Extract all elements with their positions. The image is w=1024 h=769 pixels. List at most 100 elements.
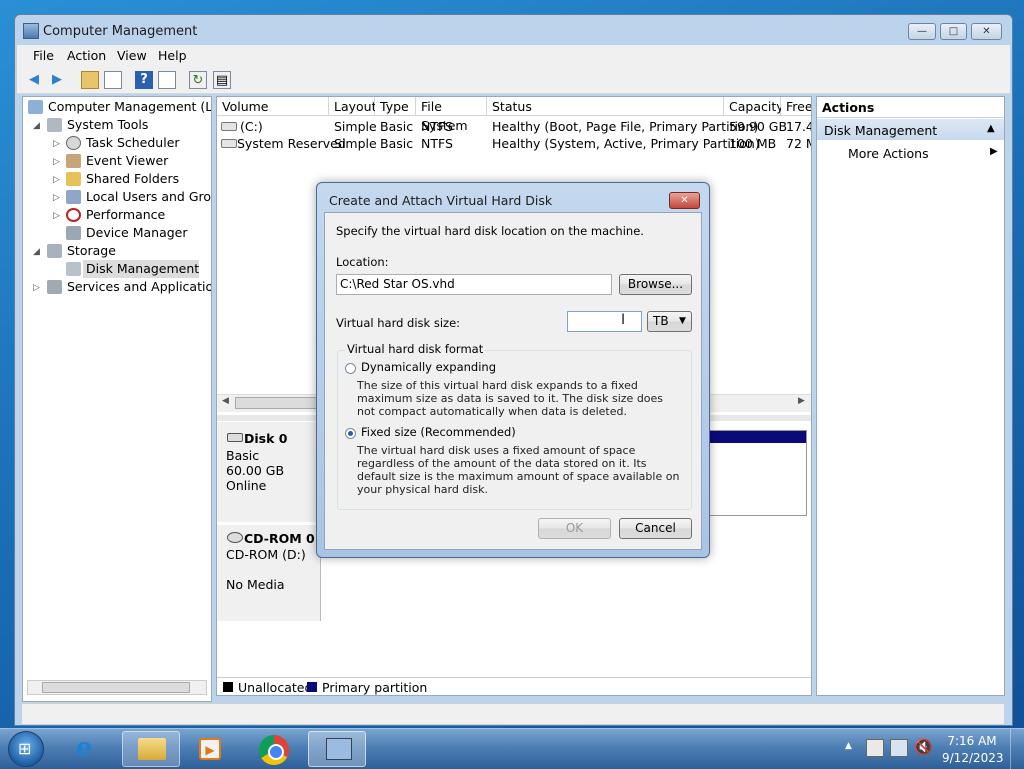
column-free[interactable]: Free: [781, 97, 811, 116]
forward-icon[interactable]: ▶: [48, 71, 66, 89]
dynamic-description: The size of this virtual hard disk expan…: [357, 379, 664, 418]
up-folder-icon[interactable]: [81, 71, 99, 89]
taskbar-chrome[interactable]: [244, 731, 302, 767]
tree-item-task-scheduler[interactable]: Task Scheduler: [86, 134, 180, 152]
column-capacity[interactable]: Capacity: [724, 97, 784, 116]
unit-select[interactable]: TB ▼: [647, 311, 692, 332]
cdrom-media: No Media: [226, 577, 285, 592]
show-hide-tree-icon[interactable]: [104, 71, 122, 89]
browse-button[interactable]: Browse...: [619, 274, 692, 295]
scroll-right-icon[interactable]: ▶: [798, 396, 805, 406]
size-input[interactable]: [567, 311, 642, 332]
location-input[interactable]: C:\Red Star OS.vhd: [336, 274, 612, 295]
network-icon[interactable]: [890, 739, 908, 757]
tree-item-event-viewer[interactable]: Event Viewer: [86, 152, 168, 170]
expand-arrow-icon[interactable]: ▷: [53, 211, 60, 221]
legend-primary-partition: Primary partition: [322, 680, 428, 695]
menu-file[interactable]: File: [33, 48, 54, 63]
taskbar: ⊞ e ▶ ▲ 🔇 7:16 AM 9/12/2023: [0, 728, 1024, 769]
menu-view[interactable]: View: [117, 48, 147, 63]
menu-help[interactable]: Help: [158, 48, 187, 63]
column-type[interactable]: Type: [375, 97, 416, 116]
clock-icon: [66, 136, 81, 150]
cell-layout: Simple: [334, 119, 377, 134]
text-cursor-icon: I: [621, 312, 626, 328]
dialog-intro: Specify the virtual hard disk location o…: [336, 224, 644, 238]
show-hidden-icons[interactable]: ▲: [845, 741, 852, 751]
drive-icon: [221, 122, 237, 131]
collapse-arrow-icon[interactable]: ◢: [33, 121, 40, 131]
unallocated-swatch: [223, 682, 233, 692]
tree-item-root[interactable]: Computer Management (Local: [48, 98, 211, 116]
show-hide-action-pane-icon[interactable]: [158, 71, 176, 89]
actions-section-disk-management[interactable]: Disk Management ▲: [817, 119, 1004, 140]
clock-time[interactable]: 7:16 AM: [944, 734, 1000, 748]
cell-type: Basic: [380, 119, 414, 134]
expand-arrow-icon[interactable]: ▷: [33, 283, 40, 293]
properties-icon[interactable]: ▤: [213, 71, 231, 89]
column-volume[interactable]: Volume: [217, 97, 329, 116]
actions-header: Actions: [817, 97, 1004, 118]
submenu-arrow-icon: ▶: [990, 146, 998, 157]
dynamic-label[interactable]: Dynamically expanding: [361, 360, 496, 374]
refresh-icon[interactable]: ↻: [189, 71, 207, 89]
tree-horizontal-scrollbar[interactable]: [27, 680, 207, 695]
expand-arrow-icon[interactable]: ▷: [53, 193, 60, 203]
expand-arrow-icon[interactable]: ▷: [53, 175, 60, 185]
title-bar[interactable]: Computer Management — □ ✕: [15, 15, 1012, 47]
column-file-system[interactable]: File System: [416, 97, 487, 133]
ok-button[interactable]: OK: [538, 518, 611, 539]
taskbar-ie[interactable]: e: [60, 731, 118, 767]
tree-item-disk-management[interactable]: Disk Management: [86, 260, 199, 278]
fixed-radio[interactable]: [345, 428, 356, 439]
taskbar-media-player[interactable]: ▶: [182, 731, 240, 767]
start-button[interactable]: ⊞: [8, 731, 44, 767]
show-desktop-button[interactable]: [1010, 729, 1024, 769]
expand-arrow-icon[interactable]: ▷: [53, 157, 60, 167]
collapse-arrow-icon[interactable]: ◢: [33, 247, 40, 257]
windows-logo-icon: ⊞: [18, 739, 32, 758]
size-label: Virtual hard disk size:: [336, 316, 461, 330]
actions-pane: Actions Disk Management ▲ More Actions ▶: [816, 96, 1005, 696]
help-icon[interactable]: ?: [135, 71, 153, 89]
fixed-label[interactable]: Fixed size (Recommended): [361, 425, 516, 439]
cell-volume: (C:): [240, 119, 263, 134]
tree-item-performance[interactable]: Performance: [86, 206, 165, 224]
partition-block[interactable]: [709, 430, 807, 516]
tree-item-shared-folders[interactable]: Shared Folders: [86, 170, 179, 188]
cancel-button[interactable]: Cancel: [619, 518, 692, 539]
expand-arrow-icon[interactable]: ▷: [53, 139, 60, 149]
taskbar-computer-management[interactable]: [308, 731, 366, 767]
taskbar-explorer[interactable]: [122, 731, 180, 767]
disk0-info[interactable]: Disk 0 Basic 60.00 GB Online: [217, 422, 321, 522]
tree-item-storage[interactable]: Storage: [67, 242, 116, 260]
cdrom-info[interactable]: CD-ROM 0 CD-ROM (D:) No Media: [217, 525, 321, 621]
clock-date[interactable]: 9/12/2023: [942, 751, 1004, 765]
table-row[interactable]: System Reserved Simple Basic NTFS Health…: [217, 135, 811, 152]
legend-unallocated: Unallocated: [238, 680, 313, 695]
tree-item-device-manager[interactable]: Device Manager: [86, 224, 188, 242]
close-button[interactable]: ✕: [971, 23, 1002, 40]
menu-action[interactable]: Action: [67, 48, 106, 63]
format-group-label: Virtual hard disk format: [345, 342, 486, 356]
dynamic-radio[interactable]: [345, 363, 356, 374]
cell-layout: Simple: [334, 136, 377, 151]
back-icon[interactable]: ◀: [25, 71, 43, 89]
action-center-icon[interactable]: [866, 739, 884, 757]
tree-item-services[interactable]: Services and Applications: [67, 278, 211, 296]
computer-icon: [28, 100, 43, 114]
dialog-close-button[interactable]: ✕: [669, 192, 700, 209]
scrollbar-thumb[interactable]: [42, 682, 190, 693]
collapse-up-icon[interactable]: ▲: [987, 123, 995, 134]
tree-item-system-tools[interactable]: System Tools: [67, 116, 148, 134]
scroll-left-icon[interactable]: ◀: [222, 396, 229, 406]
volume-muted-icon[interactable]: 🔇: [914, 738, 933, 756]
column-layout[interactable]: Layout: [329, 97, 377, 116]
maximize-button[interactable]: □: [940, 23, 967, 40]
minimize-button[interactable]: —: [908, 23, 936, 40]
more-actions-item[interactable]: More Actions ▶: [817, 143, 1004, 163]
device-manager-icon: [66, 226, 81, 240]
column-status[interactable]: Status: [487, 97, 724, 116]
table-row[interactable]: (C:) Simple Basic NTFS Healthy (Boot, Pa…: [217, 118, 811, 135]
tree-item-local-users[interactable]: Local Users and Groups: [86, 188, 211, 206]
